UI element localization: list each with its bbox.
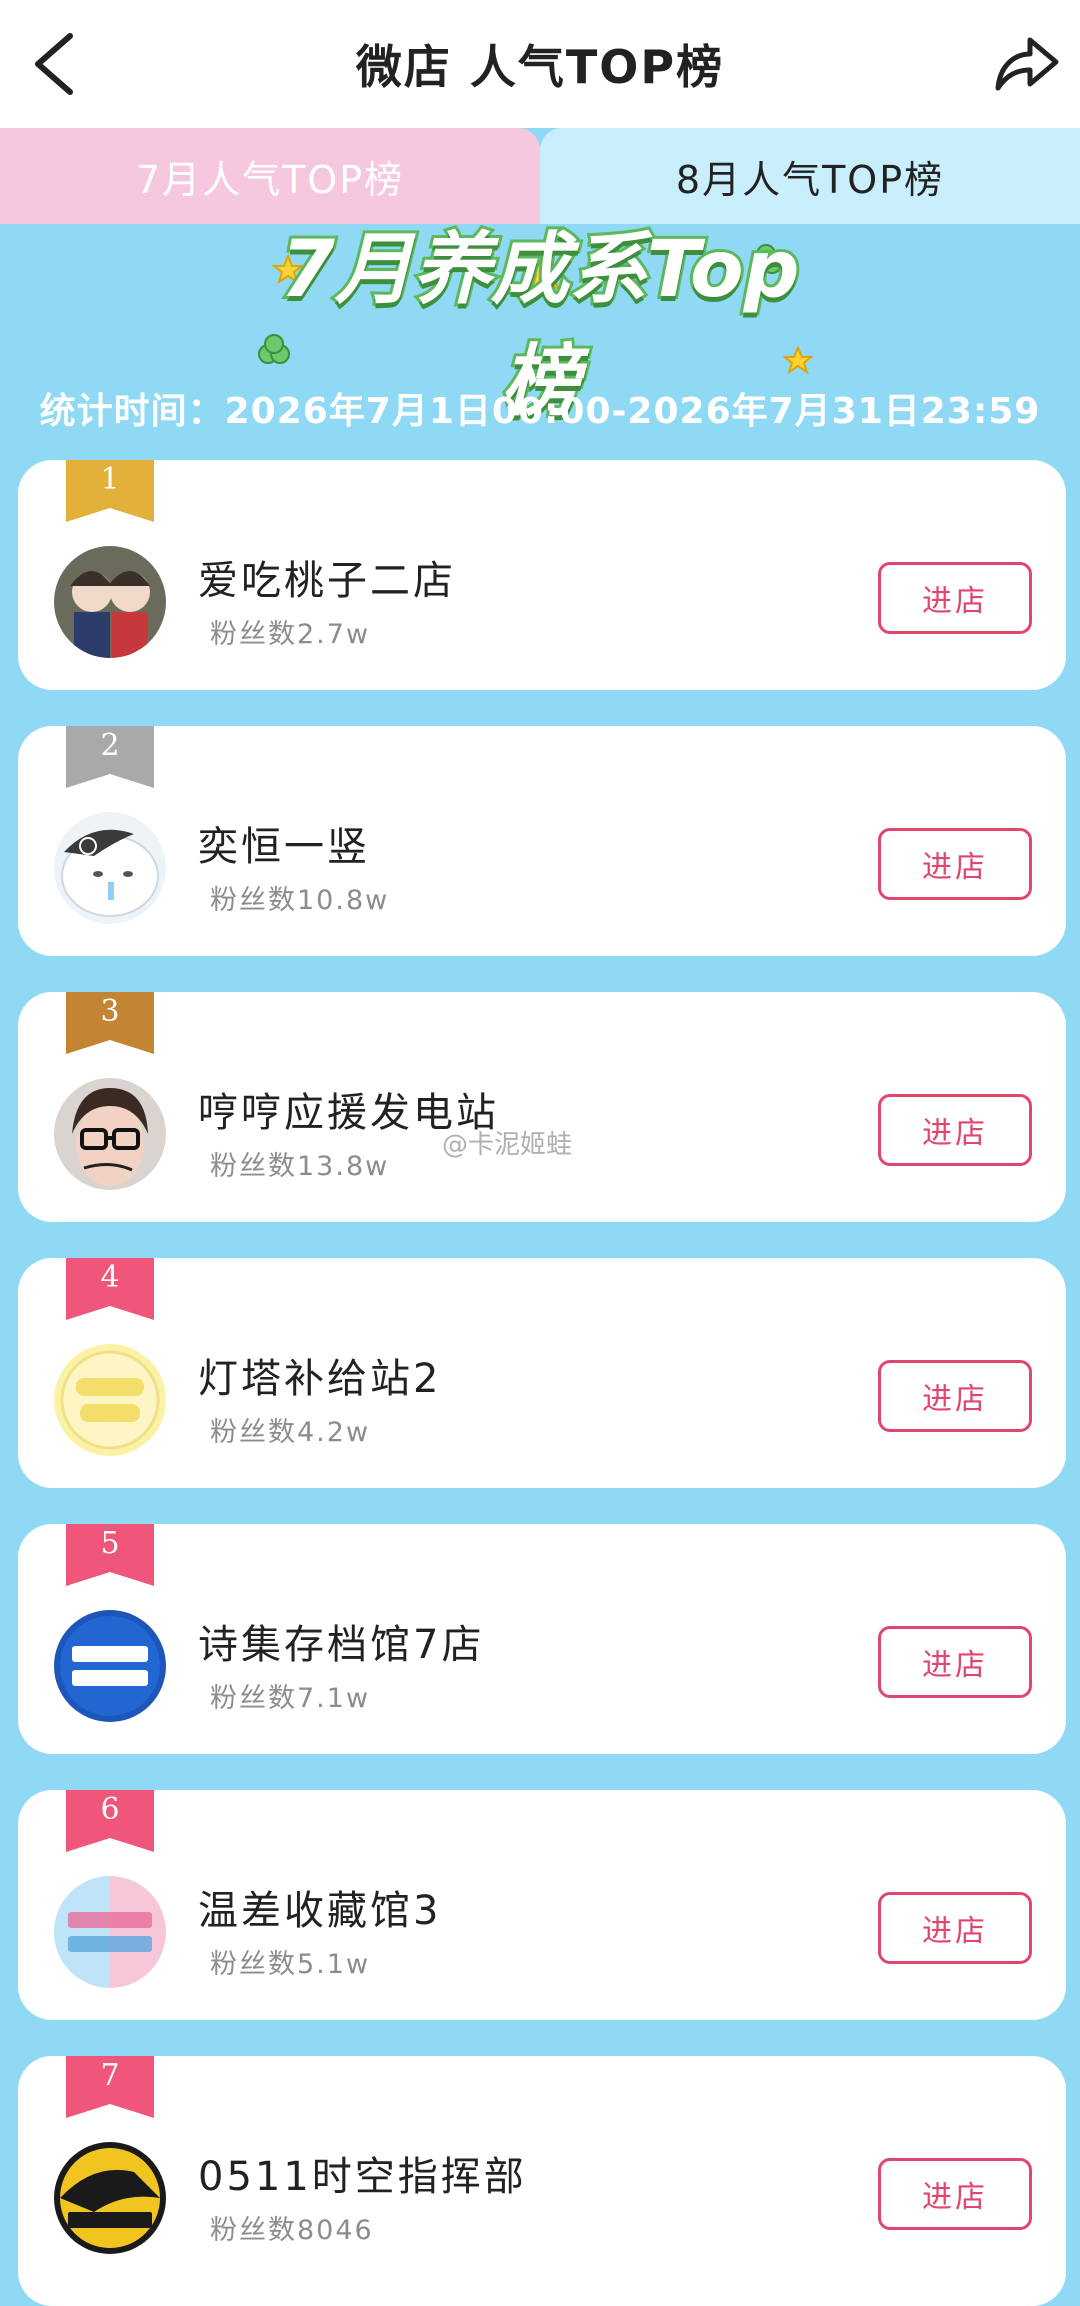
shop-name: 温差收藏馆3 — [198, 1888, 442, 1934]
enter-shop-button[interactable]: 进店 — [878, 1626, 1032, 1698]
fan-count: 粉丝数8046 — [210, 2215, 374, 2246]
enter-shop-button[interactable]: 进店 — [878, 828, 1032, 900]
fan-count: 粉丝数10.8w — [210, 885, 390, 916]
shop-card: 4 灯塔补给站2 粉丝数4.2w 进店 — [18, 1258, 1066, 1488]
fan-count: 粉丝数5.1w — [210, 1949, 371, 1980]
page-title: 微店 人气TOP榜 — [355, 40, 725, 94]
enter-shop-button[interactable]: 进店 — [878, 1360, 1032, 1432]
enter-shop-button[interactable]: 进店 — [878, 562, 1032, 634]
rank-badge: 4 — [66, 1258, 154, 1320]
shop-name: 0511时空指挥部 — [198, 2154, 527, 2200]
fan-count: 粉丝数7.1w — [210, 1683, 371, 1714]
rank-badge: 6 — [66, 1790, 154, 1852]
fan-count: 粉丝数4.2w — [210, 1417, 371, 1448]
avatar — [54, 1344, 166, 1456]
shop-card: 7 0511时空指挥部 粉丝数8046 进店 — [18, 2056, 1066, 2306]
shop-name: 奕恒一竖 — [198, 824, 370, 870]
rank-badge: 1 — [66, 460, 154, 522]
enter-shop-button[interactable]: 进店 — [878, 2158, 1032, 2230]
rank-badge: 7 — [66, 2056, 154, 2118]
avatar — [54, 812, 166, 924]
avatar — [54, 2142, 166, 2254]
banner-logo-text: 7月养成系Top榜 — [278, 222, 803, 430]
rank-badge: 2 — [66, 726, 154, 788]
avatar — [54, 1610, 166, 1722]
shop-card: 3 哼哼应援发电站 粉丝数13.8w 进店 — [18, 992, 1066, 1222]
shop-name: 爱吃桃子二店 — [198, 558, 456, 604]
watermark: @卡泥姬蛙 — [442, 1130, 573, 1160]
shop-card: 2 奕恒一竖 粉丝数10.8w 进店 — [18, 726, 1066, 956]
rank-badge: 3 — [66, 992, 154, 1054]
banner: 7月养成系Top榜 统计时间：2026年7月1日00:00-2026年7月31日… — [0, 222, 1080, 464]
share-icon[interactable] — [990, 30, 1062, 96]
avatar — [54, 1876, 166, 1988]
shop-name: 灯塔补给站2 — [198, 1356, 442, 1402]
stat-period: 统计时间：2026年7月1日00:00-2026年7月31日23:59 — [39, 391, 1041, 432]
enter-shop-button[interactable]: 进店 — [878, 1094, 1032, 1166]
shop-card: 6 温差收藏馆3 粉丝数5.1w 进店 — [18, 1790, 1066, 2020]
fan-count: 粉丝数2.7w — [210, 619, 371, 650]
back-arrow-icon[interactable] — [26, 30, 86, 98]
shop-card: 5 诗集存档馆7店 粉丝数7.1w 进店 — [18, 1524, 1066, 1754]
avatar — [54, 1078, 166, 1190]
rank-badge: 5 — [66, 1524, 154, 1586]
banner-logo: 7月养成系Top榜 — [250, 222, 830, 430]
avatar — [54, 546, 166, 658]
top-bar: 微店 人气TOP榜 — [0, 0, 1080, 128]
shop-name: 诗集存档馆7店 — [198, 1622, 485, 1668]
fan-count: 粉丝数13.8w — [210, 1151, 390, 1182]
shop-card: 1 爱吃桃子二店 粉丝数2.7w 进店 — [18, 460, 1066, 690]
enter-shop-button[interactable]: 进店 — [878, 1892, 1032, 1964]
